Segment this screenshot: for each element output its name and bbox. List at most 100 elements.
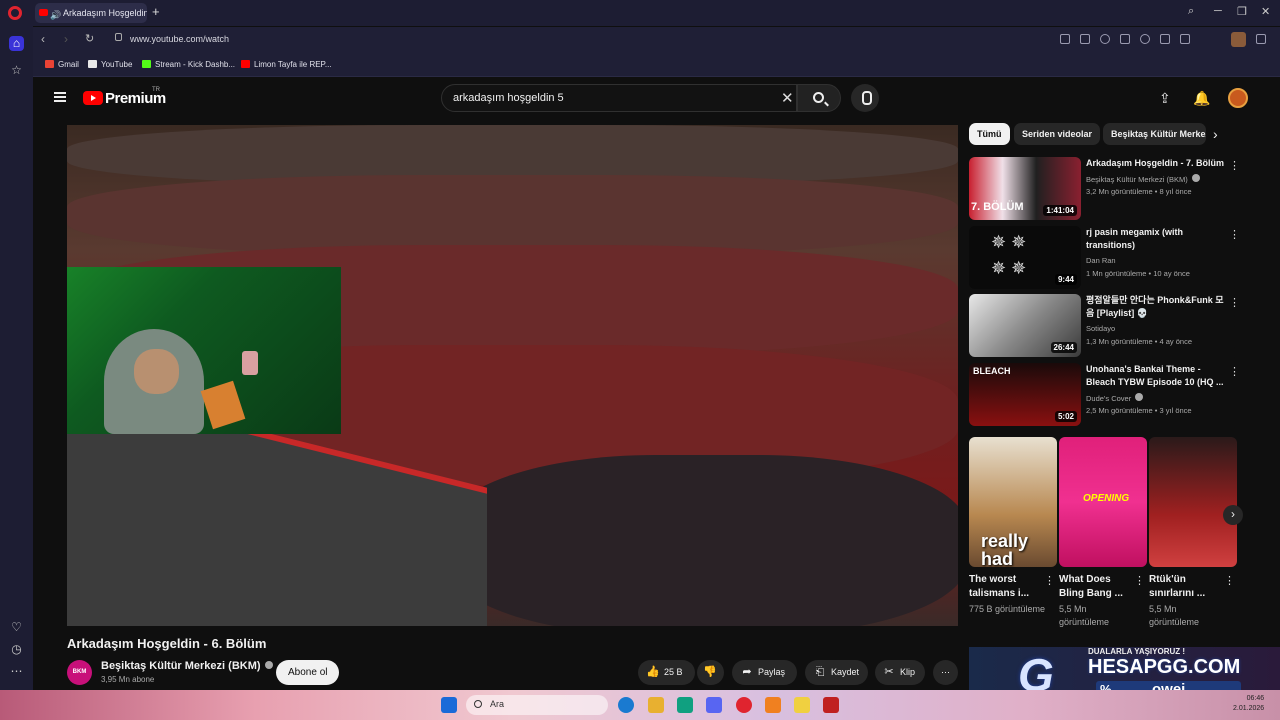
bookmark-youtube[interactable]: YouTube — [88, 60, 132, 69]
camera-icon[interactable] — [1080, 34, 1090, 44]
clip-button[interactable]: ✂ Klip — [875, 660, 925, 685]
short-title[interactable]: The worst talismans i... — [969, 573, 1044, 601]
discord-icon[interactable] — [706, 697, 722, 713]
share-button[interactable]: ➦ Paylaş — [732, 660, 797, 685]
more-options-icon[interactable]: ⋮ — [1229, 228, 1240, 241]
more-actions-button[interactable]: ⋯ — [933, 660, 958, 685]
taskbar-search[interactable]: Ara — [466, 695, 608, 715]
recommendation-item[interactable]: 7. BÖLÜM 1:41:04 Arkadaşım Hoşgeldin - 7… — [969, 157, 1240, 223]
windows-start-icon[interactable] — [441, 697, 457, 713]
channel-avatar[interactable]: BKM — [67, 660, 92, 685]
search-button[interactable] — [797, 84, 841, 112]
chip-channel[interactable]: Beşiktaş Kültür Merkezi — [1103, 123, 1206, 145]
close-window-icon[interactable]: ✕ — [1261, 5, 1270, 18]
video-thumbnail[interactable]: BLEACH 5:02 — [969, 363, 1081, 426]
more-icon[interactable]: ⋯ — [9, 664, 24, 679]
more-options-icon[interactable]: ⋮ — [1229, 296, 1240, 309]
video-title: Arkadaşım Hoşgeldin - 6. Bölüm — [67, 636, 267, 651]
bookmark-limon[interactable]: Limon Tayfa ile REP... — [241, 60, 332, 69]
bookmark-gmail[interactable]: Gmail — [45, 60, 79, 69]
like-button[interactable]: 👍 25 B — [638, 660, 695, 685]
video-thumbnail[interactable]: 26:44 — [969, 294, 1081, 357]
recommendation-title[interactable]: rj pasin megamix (with transitions) — [1086, 226, 1226, 252]
clear-search-icon[interactable]: ✕ — [781, 89, 794, 107]
short-title[interactable]: Rtük'ün sınırlarını ... — [1149, 573, 1224, 601]
video-player[interactable] — [67, 125, 958, 626]
star-icon[interactable]: ☆ — [9, 63, 24, 78]
chip-series[interactable]: Seriden videolar — [1014, 123, 1101, 145]
thumbnail-text: really had — [981, 531, 1029, 567]
short-thumbnail[interactable]: OPENING — [1059, 437, 1147, 567]
account-avatar[interactable] — [1228, 88, 1248, 108]
search-icon — [474, 700, 482, 708]
recommendation-channel[interactable]: Beşiktaş Kültür Merkezi (BKM) — [1086, 174, 1200, 184]
recommendation-item[interactable]: BLEACH 5:02 Unohana's Bankai Theme - Ble… — [969, 363, 1240, 429]
search-input[interactable]: arkadaşım hoşgeldin 5 ✕ — [441, 84, 797, 112]
channel-name[interactable]: Beşiktaş Kültür Merkezi (BKM) — [101, 660, 273, 672]
heart-icon[interactable]: ♡ — [9, 620, 24, 635]
video-thumbnail[interactable]: ✵ ✵ ✵ ✵ 9:44 — [969, 226, 1081, 289]
short-views: 5,5 Mn görüntüleme — [1059, 604, 1110, 627]
recommendation-channel[interactable]: Sotidayo — [1086, 324, 1115, 333]
download-icon[interactable] — [1160, 34, 1170, 44]
file-explorer-icon[interactable] — [648, 697, 664, 713]
notifications-bell-icon[interactable]: 🔔 — [1193, 90, 1210, 107]
home-icon[interactable]: ⌂ — [9, 36, 24, 51]
more-options-icon[interactable]: ⋮ — [1134, 574, 1145, 587]
app-icon[interactable] — [677, 697, 693, 713]
recommendation-channel[interactable]: Dude's Cover — [1086, 393, 1144, 403]
speaker-icon[interactable]: 🔊 — [50, 5, 61, 23]
browser-tab-active[interactable]: 🔊 Arkadaşım Hoşgeldin — [35, 3, 147, 23]
extensions-icon[interactable] — [1256, 34, 1266, 44]
voice-search-icon[interactable] — [851, 84, 879, 112]
app-icon[interactable] — [765, 697, 781, 713]
opera-logo-icon[interactable] — [8, 6, 22, 20]
system-clock[interactable]: 06:46 2.01.2026 — [1233, 694, 1264, 714]
short-thumbnail[interactable] — [1149, 437, 1237, 567]
history-icon[interactable]: ◷ — [9, 642, 24, 657]
reload-icon[interactable]: ↻ — [85, 32, 94, 45]
app-icon[interactable] — [794, 697, 810, 713]
chevron-right-icon[interactable]: › — [1213, 126, 1218, 142]
chip-all[interactable]: Tümü — [969, 123, 1010, 145]
new-tab-plus-icon[interactable]: + — [152, 5, 160, 19]
recommendation-item[interactable]: 26:44 평점알들만 안다는 Phonk&Funk 모음 [Playlist]… — [969, 294, 1240, 360]
recommendation-title[interactable]: Arkadaşım Hoşgeldin - 7. Bölüm — [1086, 157, 1226, 170]
opera-icon[interactable] — [736, 697, 752, 713]
more-options-icon[interactable]: ⋮ — [1044, 574, 1055, 587]
recommendation-title[interactable]: Unohana's Bankai Theme - Bleach TYBW Epi… — [1086, 363, 1226, 389]
shield-icon[interactable] — [823, 697, 839, 713]
minimize-icon[interactable]: ─ — [1214, 5, 1222, 17]
video-thumbnail[interactable]: 7. BÖLÜM 1:41:04 — [969, 157, 1081, 220]
extension-avatar-icon[interactable] — [1231, 32, 1246, 47]
back-icon[interactable]: ‹ — [41, 32, 45, 46]
maximize-icon[interactable]: ❐ — [1237, 5, 1247, 18]
tab-search-icon[interactable]: ⌕ — [1188, 5, 1194, 18]
youtube-logo-icon[interactable] — [83, 91, 103, 105]
short-title[interactable]: What Does Bling Bang ... — [1059, 573, 1134, 601]
more-options-icon[interactable]: ⋮ — [1229, 365, 1240, 378]
shield-icon[interactable] — [1100, 34, 1110, 44]
more-options-icon[interactable]: ⋮ — [1229, 159, 1240, 172]
dislike-button[interactable]: 👎 — [697, 660, 724, 685]
recommendation-item[interactable]: ✵ ✵ ✵ ✵ 9:44 rj pasin megamix (with tran… — [969, 226, 1240, 292]
heart-outline-icon[interactable] — [1140, 34, 1150, 44]
menu-icon[interactable] — [1180, 34, 1190, 44]
recommendation-title[interactable]: 평점알들만 안다는 Phonk&Funk 모음 [Playlist] 💀 — [1086, 294, 1226, 320]
subscribe-button[interactable]: Abone ol — [276, 660, 340, 685]
youtube-icon — [241, 60, 250, 68]
upload-icon[interactable]: ⇪ — [1159, 90, 1171, 107]
edit-icon[interactable] — [1060, 34, 1070, 44]
edge-icon[interactable] — [618, 697, 634, 713]
forward-icon[interactable]: › — [64, 32, 68, 46]
recommendation-meta: 1 Mn görüntüleme • 10 ay önce — [1086, 269, 1190, 278]
hamburger-menu-icon[interactable] — [54, 92, 66, 102]
short-thumbnail[interactable]: really had — [969, 437, 1057, 567]
save-button[interactable]: ⎗ Kaydet — [805, 660, 868, 685]
more-options-icon[interactable]: ⋮ — [1224, 574, 1235, 587]
recommendation-channel[interactable]: Dan Ran — [1086, 256, 1116, 265]
shorts-next-arrow-icon[interactable]: › — [1223, 505, 1243, 525]
url-field[interactable]: www.youtube.com/watch — [130, 34, 229, 44]
bookmark-kick[interactable]: Stream - Kick Dashb... — [142, 60, 235, 69]
play-icon[interactable] — [1120, 34, 1130, 44]
